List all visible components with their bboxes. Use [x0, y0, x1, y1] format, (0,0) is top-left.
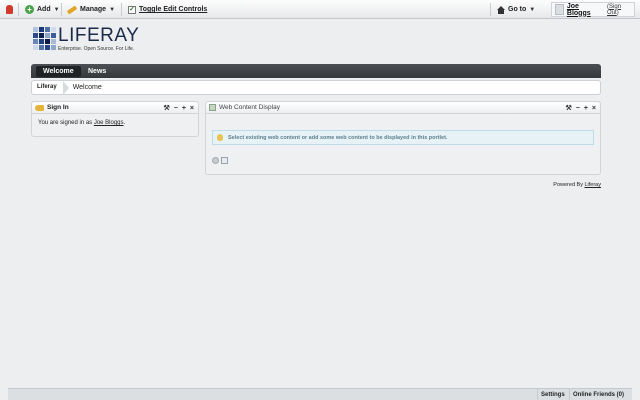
portlet-title: Sign In: [47, 104, 69, 111]
avatar: [555, 4, 564, 15]
logo-word: LIFERAY: [58, 25, 140, 46]
web-content-portlet: Web Content Display ⚒ − + × Select exist…: [205, 101, 601, 175]
select-content-icon[interactable]: [212, 157, 219, 164]
portlet-body: You are signed in as Joe Bloggs.: [32, 114, 198, 132]
sign-in-portlet: Sign In ⚒ − + × You are signed in as Joe…: [31, 101, 199, 137]
goto-menu[interactable]: Go to ▼: [497, 0, 535, 19]
breadcrumb-root-link[interactable]: Liferay: [32, 81, 63, 94]
pencil-icon: [66, 4, 78, 15]
portlet-title-bar: Web Content Display ⚒ − + ×: [206, 102, 600, 114]
nav-tab-welcome[interactable]: Welcome: [36, 66, 81, 77]
signout-wrapper: (Sign Out): [607, 4, 634, 16]
wrench-icon[interactable]: ⚒: [565, 104, 571, 112]
toggle-edit-controls[interactable]: ✓ Toggle Edit Controls: [128, 0, 207, 19]
breadcrumb-current[interactable]: Welcome: [73, 84, 102, 91]
web-content-icon: [209, 104, 216, 111]
caret-down-icon: ▼: [53, 6, 60, 13]
add-icon: +: [25, 5, 34, 14]
web-content-actions: [212, 157, 228, 164]
bottom-dock: Settings Online Friends (0): [8, 388, 632, 400]
online-friends-button[interactable]: Online Friends (0): [569, 389, 627, 400]
manage-menu[interactable]: Manage ▼: [66, 0, 116, 19]
main-navigation: Welcome News: [31, 64, 601, 78]
breadcrumb-separator: [62, 80, 69, 95]
breadcrumb: Liferay Welcome: [31, 80, 601, 95]
sign-out-link[interactable]: Sign Out: [607, 4, 621, 16]
signed-in-text: You are signed in as: [38, 120, 93, 126]
add-menu[interactable]: + Add ▼: [25, 0, 60, 19]
goto-label: Go to: [508, 6, 527, 13]
close-icon[interactable]: ×: [592, 105, 596, 112]
wrench-icon[interactable]: ⚒: [163, 104, 169, 112]
liferay-link[interactable]: Liferay: [584, 182, 601, 188]
portlet-title-bar: Sign In ⚒ − + ×: [32, 102, 198, 114]
dockbar-divider: [18, 3, 19, 16]
info-message-text: Select existing web content or add some …: [228, 134, 448, 141]
home-icon: [497, 5, 505, 14]
caret-down-icon: ▼: [529, 6, 536, 13]
powered-by-text: Powered By: [553, 182, 583, 188]
user-menu[interactable]: Joe Bloggs (Sign Out): [551, 2, 635, 17]
dockbar-divider: [490, 3, 491, 16]
user-name-link[interactable]: Joe Bloggs: [567, 3, 604, 17]
powered-by: Powered By Liferay: [553, 182, 601, 188]
dockbar-divider: [61, 3, 62, 16]
add-content-icon[interactable]: [221, 157, 228, 164]
site-logo[interactable]: LIFERAY Enterprise. Open Source. For Lif…: [33, 25, 140, 52]
portlet-controls: ⚒ − + ×: [565, 102, 596, 114]
dockbar-divider: [121, 3, 122, 16]
key-icon: [35, 104, 44, 111]
portlet-controls: ⚒ − + ×: [163, 102, 194, 114]
close-icon[interactable]: ×: [190, 105, 194, 112]
manage-label: Manage: [80, 6, 107, 13]
lightbulb-icon: [217, 134, 223, 141]
signed-in-suffix: .: [123, 120, 126, 126]
pin-button[interactable]: [6, 0, 13, 19]
nav-tab-news[interactable]: News: [81, 66, 113, 77]
logo-mark: [33, 27, 56, 50]
toggle-edit-label: Toggle Edit Controls: [139, 6, 208, 13]
caret-down-icon: ▼: [109, 6, 116, 13]
signout-paren-close: ): [616, 9, 619, 16]
pin-icon: [6, 5, 13, 14]
portlet-title: Web Content Display: [219, 104, 280, 111]
minimize-icon[interactable]: −: [576, 105, 580, 112]
maximize-icon[interactable]: +: [584, 105, 588, 112]
dockbar: + Add ▼ Manage ▼ ✓ Toggle Edit Controls …: [0, 0, 640, 19]
add-label: Add: [37, 6, 51, 13]
maximize-icon[interactable]: +: [182, 105, 186, 112]
checkbox-icon[interactable]: ✓: [128, 5, 136, 14]
logo-text: LIFERAY Enterprise. Open Source. For Lif…: [58, 25, 140, 52]
logo-tagline: Enterprise. Open Source. For Life.: [58, 46, 135, 52]
info-message: Select existing web content or add some …: [212, 130, 594, 145]
minimize-icon[interactable]: −: [174, 105, 178, 112]
user-profile-link[interactable]: Joe Bloggs: [94, 120, 124, 126]
settings-button[interactable]: Settings: [537, 389, 568, 400]
